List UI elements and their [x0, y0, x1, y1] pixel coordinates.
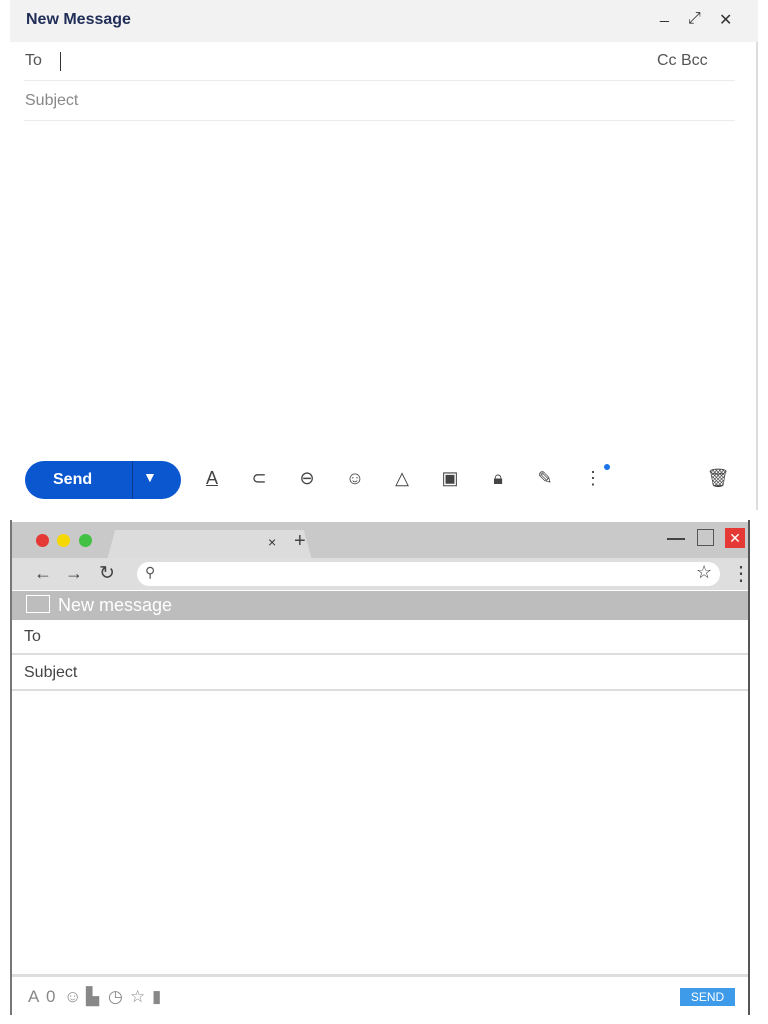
divider	[24, 80, 735, 81]
trash-icon[interactable]: ▮	[152, 987, 161, 1007]
divider	[24, 120, 735, 121]
send-button[interactable]: Send ▼	[25, 461, 181, 499]
formatting-icon[interactable]: A	[200, 468, 224, 489]
attach-icon[interactable]: ⊂	[247, 468, 271, 489]
reload-icon[interactable]: ↻	[99, 562, 115, 585]
send-button[interactable]: SEND	[680, 988, 735, 1006]
divider	[132, 461, 133, 499]
subject-input[interactable]: Subject	[12, 657, 748, 691]
send-options-chevron-icon[interactable]: ▼	[143, 469, 157, 485]
star-icon[interactable]: ☆	[130, 987, 145, 1007]
compose-title: New Message	[26, 11, 131, 28]
link-icon[interactable]: ⊖	[295, 468, 319, 489]
drive-icon[interactable]: △	[390, 468, 414, 489]
emoji-icon[interactable]: ☺	[64, 987, 81, 1007]
bookmark-star-icon[interactable]: ☆	[696, 562, 712, 583]
browser-tab[interactable]	[107, 530, 312, 560]
emoji-icon[interactable]: ☺	[343, 468, 367, 489]
to-input[interactable]	[50, 46, 650, 76]
confidential-icon[interactable]: 🔒︎	[486, 468, 510, 489]
forward-icon[interactable]: →	[65, 563, 83, 584]
close-dot-icon[interactable]	[36, 534, 49, 547]
minimize-dot-icon[interactable]	[57, 534, 70, 547]
message-body[interactable]	[12, 692, 748, 972]
new-tab-icon[interactable]: +	[294, 530, 306, 553]
expand-icon[interactable]: ⤢	[688, 10, 701, 28]
menu-icon[interactable]: ⋮	[731, 561, 751, 586]
formatting-icon[interactable]: A	[28, 987, 39, 1007]
compose-header: New message	[12, 591, 748, 620]
gmail-compose-window: New Message _ ⤢ ✕ To Cc Bcc Subject Send…	[10, 0, 758, 510]
photo-icon[interactable]: ▙	[86, 987, 99, 1007]
more-options-icon[interactable]: ⋮	[581, 468, 605, 489]
compose-title: New message	[58, 595, 173, 615]
to-input[interactable]: To	[12, 621, 748, 655]
browser-compose-window: × + ✕ ← → ↻ ⚲ ☆ ⋮ New message To Subject…	[10, 520, 751, 1015]
photo-icon[interactable]: ▣	[438, 468, 462, 489]
divider	[12, 974, 748, 977]
minimize-icon[interactable]: _	[660, 6, 669, 24]
trash-icon[interactable]: 🗑︎	[706, 468, 730, 489]
envelope-icon	[26, 595, 50, 613]
schedule-icon[interactable]: ◷	[108, 987, 123, 1007]
compose-header: New Message _ ⤢ ✕	[10, 0, 758, 42]
maximize-icon[interactable]	[697, 529, 714, 546]
message-body[interactable]	[24, 125, 735, 445]
cc-bcc-link[interactable]: Cc Bcc	[657, 52, 708, 70]
attach-icon[interactable]: 0	[46, 987, 55, 1007]
to-label: To	[25, 52, 42, 69]
search-icon: ⚲	[145, 564, 156, 580]
signature-icon[interactable]: ✎	[533, 468, 557, 489]
back-icon[interactable]: ←	[34, 563, 52, 584]
send-label: Send	[53, 471, 93, 488]
close-icon[interactable]: ✕	[719, 10, 732, 30]
notification-dot	[604, 464, 610, 470]
subject-input[interactable]: Subject	[25, 92, 78, 110]
tab-bar: × + ✕	[12, 522, 748, 560]
tab-close-icon[interactable]: ×	[268, 534, 276, 550]
zoom-dot-icon[interactable]	[79, 534, 92, 547]
address-input[interactable]: ⚲	[137, 562, 720, 586]
close-icon[interactable]: ✕	[725, 528, 745, 548]
minimize-icon[interactable]	[667, 538, 685, 540]
address-bar-row: ← → ↻ ⚲ ☆ ⋮	[12, 558, 751, 590]
